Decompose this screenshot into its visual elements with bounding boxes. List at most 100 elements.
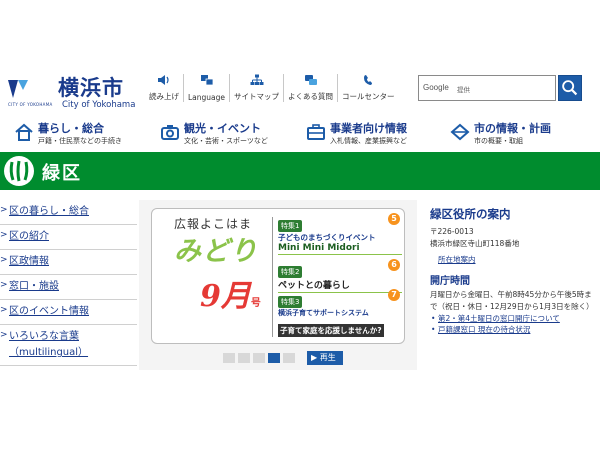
arrow-right-icon: >	[0, 305, 8, 315]
info-postal: 〒226-0013	[430, 227, 474, 236]
midori-ward-emblem-icon	[4, 156, 34, 186]
tool-label: 読み上げ	[149, 92, 179, 101]
briefcase-icon	[307, 124, 325, 140]
info-link-item[interactable]: 第2・第4土曜日の窓口開庁について	[430, 313, 595, 324]
carousel-dot[interactable]	[223, 353, 235, 363]
tool-label: よくある質問	[288, 92, 334, 101]
info-link-item[interactable]: 戸籍課窓口 現在の待合状況	[430, 324, 595, 335]
hours-text: 月曜日から金曜日、午前8時45分から午後5時まで（祝日・休日・12月29日から1…	[430, 290, 594, 311]
tool-faq[interactable]: よくある質問	[284, 74, 339, 102]
gnav-title: 暮らし・総合	[38, 122, 104, 135]
tool-label: コールセンター	[342, 92, 395, 101]
slide-divider	[272, 217, 273, 337]
carousel-slide[interactable]: 広報よこはま みどり 9月号 特集1 5 子どものまちづくりイベント Mini …	[151, 208, 405, 344]
callcenter-icon	[364, 75, 373, 85]
gnav-sub: 文化・芸術・スポーツなど	[184, 137, 268, 145]
city-icon	[450, 123, 470, 141]
info-address: 横浜市緑区寺山町118番地	[430, 239, 520, 248]
utility-toolbar: 読み上げ Language サイトマップ よくある質問 コールセンター	[145, 74, 399, 108]
arrow-right-icon: >	[0, 330, 8, 340]
sitemap-icon	[250, 74, 264, 85]
slide-month: 9月号	[200, 271, 261, 315]
tool-read-aloud[interactable]: 読み上げ	[145, 74, 184, 102]
slide-midori: みどり	[174, 236, 258, 267]
menu-item-facilities[interactable]: > 窓口・施設	[0, 275, 137, 300]
carousel-dot[interactable]	[283, 353, 295, 363]
gnav-sub: 入札情報、産業振興など	[330, 137, 407, 145]
feature-page-number: 7	[388, 289, 400, 301]
menu-label: 区政情報	[9, 256, 49, 267]
feature-line: Mini Mini Midori	[278, 243, 360, 253]
feature-line: 横浜子育てサポートシステム	[278, 309, 369, 317]
gnav-sub: 戸籍・住民票などの手続き	[38, 137, 122, 145]
tool-language[interactable]: Language	[184, 74, 231, 102]
speaker-icon	[158, 75, 169, 85]
feature-underline	[278, 254, 402, 255]
tool-label: サイトマップ	[234, 92, 280, 101]
yokohama-logo-icon	[8, 80, 28, 98]
tool-label: Language	[188, 93, 226, 102]
search-button[interactable]	[558, 75, 582, 101]
feature-page-number: 6	[388, 259, 400, 271]
faq-icon	[304, 75, 317, 85]
site-logo[interactable]: CITY OF YOKOHAMA 横浜市 City of Yokohama	[6, 74, 138, 114]
site-search: Google 提供	[418, 75, 582, 101]
banner-carousel: 広報よこはま みどり 9月号 特集1 5 子どものまちづくりイベント Mini …	[139, 200, 417, 370]
menu-label: 区の暮らし・総合	[9, 206, 89, 217]
ward-title-band	[0, 152, 600, 190]
gnav-business[interactable]: 事業者向け情報 入札情報、産業振興など	[306, 118, 446, 152]
menu-label: 区の紹介	[9, 231, 49, 242]
feature-tag: 特集2	[278, 266, 303, 278]
tool-call-center[interactable]: コールセンター	[338, 74, 399, 102]
menu-item-multilingual[interactable]: > いろいろな言葉（multilingual）	[0, 325, 137, 366]
arrow-right-icon: >	[0, 230, 8, 240]
menu-item-living[interactable]: > 区の暮らし・総合	[0, 200, 137, 225]
logo-subtext: CITY OF YOKOHAMA	[8, 102, 53, 107]
menu-item-administration[interactable]: > 区政情報	[0, 250, 137, 275]
page-title: 緑区	[42, 163, 82, 184]
ward-office-info: 緑区役所の案内 〒226-0013 横浜市緑区寺山町118番地 所在地案内 開庁…	[430, 206, 595, 335]
search-input[interactable]: Google 提供	[418, 75, 556, 101]
gnav-title: 観光・イベント	[184, 122, 261, 135]
google-suffix: 提供	[457, 86, 470, 94]
menu-label: いろいろな言葉（multilingual）	[9, 331, 89, 358]
house-icon	[15, 123, 33, 141]
camera-icon	[161, 125, 179, 140]
search-icon	[562, 80, 578, 96]
gnav-tourism[interactable]: 観光・イベント 文化・芸術・スポーツなど	[160, 118, 300, 152]
feature-page-number: 5	[388, 213, 400, 225]
hours-title: 開庁時間	[430, 276, 470, 287]
info-link[interactable]: 第2・第4土曜日の窓口開庁について	[438, 314, 560, 323]
feature-tag: 特集3	[278, 296, 303, 308]
tool-sitemap[interactable]: サイトマップ	[230, 74, 285, 102]
gnav-title: 市の情報・計画	[474, 122, 551, 135]
carousel-dot-active[interactable]	[268, 353, 280, 363]
carousel-pager	[223, 353, 295, 363]
feature-tag: 特集1	[278, 220, 303, 232]
menu-item-intro[interactable]: > 区の紹介	[0, 225, 137, 250]
gnav-living[interactable]: 暮らし・総合 戸籍・住民票などの手続き	[14, 118, 154, 152]
carousel-dot[interactable]	[253, 353, 265, 363]
global-nav: 暮らし・総合 戸籍・住民票などの手続き 観光・イベント 文化・芸術・スポーツなど…	[0, 118, 600, 152]
language-icon	[200, 75, 213, 86]
carousel-dot[interactable]	[238, 353, 250, 363]
info-title: 緑区役所の案内	[430, 207, 511, 221]
menu-item-events[interactable]: > 区のイベント情報	[0, 300, 137, 325]
feature-line: 子どものまちづくりイベント	[278, 233, 376, 242]
logo-english: City of Yokohama	[62, 100, 136, 110]
gnav-city-info[interactable]: 市の情報・計画 市の概要・取組	[450, 118, 590, 152]
arrow-right-icon: >	[0, 280, 8, 290]
gnav-title: 事業者向け情報	[330, 122, 407, 135]
map-link[interactable]: 所在地案内	[430, 255, 476, 264]
arrow-right-icon: >	[0, 255, 8, 265]
left-menu: > 区の暮らし・総合 > 区の紹介 > 区政情報 > 窓口・施設 > 区のイベン…	[0, 200, 137, 366]
carousel-play-button[interactable]: ▶ 再生	[307, 351, 343, 365]
gnav-sub: 市の概要・取組	[474, 137, 523, 145]
feature-1: 特集1 5 子どものまちづくりイベント Mini Mini Midori	[278, 213, 402, 255]
info-link[interactable]: 戸籍課窓口 現在の待合状況	[438, 325, 530, 334]
menu-label: 窓口・施設	[9, 281, 59, 292]
slide-month-number: 9月	[200, 279, 251, 314]
feature-line: 子育て家庭を応援しませんか?	[278, 324, 384, 337]
slide-month-suffix: 号	[250, 298, 261, 309]
feature-2: 特集2 6 ペットとの暮らし	[278, 259, 402, 293]
